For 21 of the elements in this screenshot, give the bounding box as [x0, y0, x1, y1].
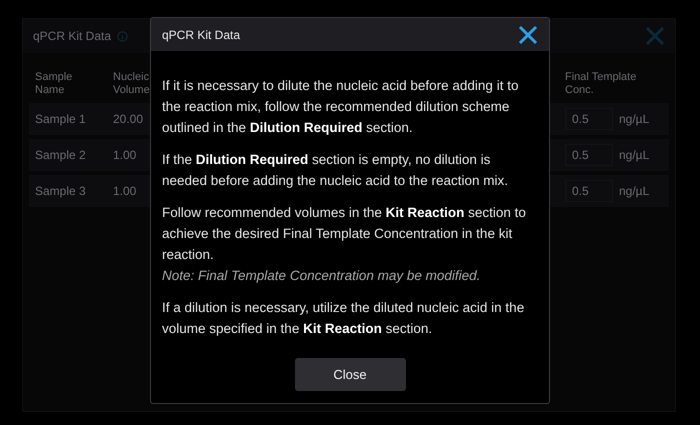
unit-label: ng/µL	[619, 148, 650, 162]
unit-label: ng/µL	[619, 112, 650, 126]
note-text: Note: Final Template Concentration may be modified.	[162, 267, 482, 285]
paragraph: If a dilution is necessary, utilize the diluted nucleic acid in the volume specified in the Kit Reaction section.	[162, 299, 526, 338]
paragraph: Follow recommended volumes in the Kit Reaction section to achieve the desired Final Template Concentration in the kit reaction.	[162, 204, 527, 264]
table-cell: Sample 1	[29, 103, 107, 135]
close-icon[interactable]	[645, 26, 665, 46]
table-cell: Sample 2	[29, 139, 107, 171]
table-cell: Sample 3	[29, 175, 107, 207]
column-header: Nucleic Volume	[112, 70, 151, 98]
close-button[interactable]: Close	[294, 358, 406, 391]
concentration-field[interactable]: 0.5	[565, 144, 613, 166]
info-icon[interactable]	[117, 30, 128, 42]
dialog-title: qPCR Kit Data	[162, 28, 240, 42]
panel-title: qPCR Kit Data	[33, 29, 112, 43]
column-header: Sample Name	[34, 70, 74, 98]
column-header: Final Template Conc.	[564, 70, 638, 98]
concentration-field[interactable]: 0.5	[565, 180, 613, 202]
unit-label: ng/µL	[619, 184, 650, 198]
close-button[interactable]	[517, 24, 539, 46]
concentration-field[interactable]: 0.5	[565, 108, 613, 130]
